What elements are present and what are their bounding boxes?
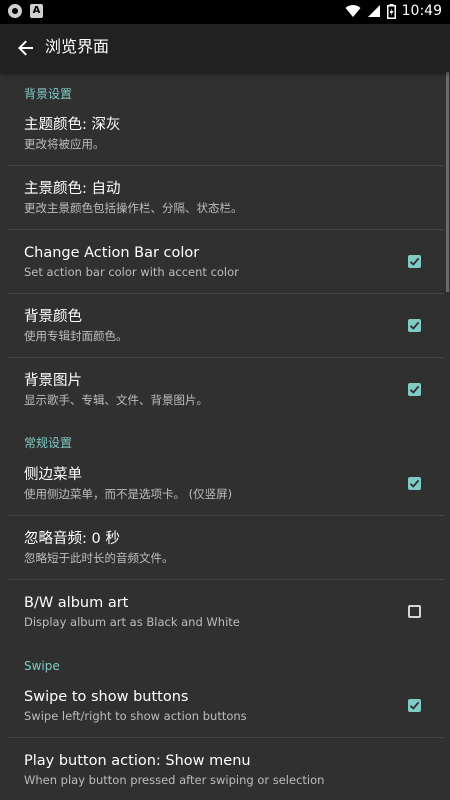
pref-summary: 显示歌手、专辑、文件、背景图片。	[24, 393, 208, 407]
wifi-icon	[345, 5, 361, 18]
checkbox-background-image[interactable]	[408, 383, 421, 396]
pref-play-button-action[interactable]: Play button action: Show menu When play …	[8, 744, 444, 800]
divider	[8, 515, 444, 516]
divider	[8, 165, 444, 166]
pref-summary: Set action bar color with accent color	[24, 265, 239, 279]
back-button[interactable]	[10, 32, 42, 64]
checkbox-bw-album-art[interactable]	[408, 605, 421, 618]
pref-title: 侧边菜单	[24, 467, 82, 483]
pref-summary: 使用侧边菜单，而不是选项卡。 (仅竖屏)	[24, 487, 233, 501]
divider	[8, 357, 444, 358]
app-bar: 浏览界面	[0, 24, 450, 72]
checkmark-icon	[409, 479, 420, 488]
preference-list[interactable]: 背景设置 主题颜色: 深灰 更改将被应用。 主景颜色: 自动 更改主景颜色包括操…	[0, 72, 450, 800]
section-header-swipe: Swipe	[24, 659, 60, 673]
arrow-back-icon	[18, 40, 33, 56]
checkbox-swipe-buttons[interactable]	[408, 699, 421, 712]
section-header-general: 常规设置	[24, 436, 73, 450]
checkbox-side-menu[interactable]	[408, 477, 421, 490]
pref-background-image[interactable]: 背景图片 显示歌手、专辑、文件、背景图片。	[8, 364, 444, 422]
a-notification-icon: A	[30, 4, 43, 18]
divider	[8, 293, 444, 294]
pref-title: 忽略音频: 0 秒	[24, 531, 120, 547]
app-notification-icon	[8, 4, 22, 18]
divider	[8, 737, 444, 738]
checkmark-icon	[409, 701, 420, 710]
pref-title: 主题颜色: 深灰	[24, 117, 121, 133]
pref-title: 主景颜色: 自动	[24, 181, 121, 197]
pref-background-color[interactable]: 背景颜色 使用专辑封面颜色。	[8, 300, 444, 358]
pref-side-menu[interactable]: 侧边菜单 使用侧边菜单，而不是选项卡。 (仅竖屏)	[8, 458, 444, 516]
divider	[8, 579, 444, 580]
pref-title: B/W album art	[24, 595, 129, 611]
pref-title: Play button action: Show menu	[24, 753, 251, 769]
pref-title: 背景图片	[24, 373, 82, 389]
status-time: 10:49	[401, 3, 442, 19]
pref-theme-color[interactable]: 主题颜色: 深灰 更改将被应用。	[8, 108, 444, 166]
pref-summary: 更改将被应用。	[24, 137, 105, 151]
pref-action-bar-color[interactable]: Change Action Bar color Set action bar c…	[8, 236, 444, 294]
scrollbar[interactable]	[446, 72, 449, 292]
pref-primary-color[interactable]: 主景颜色: 自动 更改主景颜色包括操作栏、分隔、状态栏。	[8, 172, 444, 230]
pref-title: Swipe to show buttons	[24, 689, 189, 705]
checkmark-icon	[409, 321, 420, 330]
section-header-background: 背景设置	[24, 87, 73, 101]
pref-ignore-audio[interactable]: 忽略音频: 0 秒 忽略短于此时长的音频文件。	[8, 522, 444, 580]
pref-summary: 使用专辑封面颜色。	[24, 329, 128, 343]
pref-swipe-buttons[interactable]: Swipe to show buttons Swipe left/right t…	[8, 680, 444, 738]
checkbox-background-color[interactable]	[408, 319, 421, 332]
pref-title: Change Action Bar color	[24, 245, 200, 261]
checkmark-icon	[409, 257, 420, 266]
page-title: 浏览界面	[45, 37, 110, 56]
pref-summary: 更改主景颜色包括操作栏、分隔、状态栏。	[24, 201, 243, 215]
pref-summary: When play button pressed after swiping o…	[24, 773, 325, 787]
checkbox-action-bar-color[interactable]	[408, 255, 421, 268]
battery-icon	[386, 3, 396, 19]
status-bar: A 10:49	[0, 0, 450, 24]
pref-summary: Swipe left/right to show action buttons	[24, 709, 247, 723]
checkmark-icon	[409, 385, 420, 394]
pref-summary: 忽略短于此时长的音频文件。	[24, 551, 174, 565]
pref-title: 背景颜色	[24, 309, 82, 325]
signal-icon	[367, 5, 380, 17]
pref-summary: Display album art as Black and White	[24, 615, 240, 629]
pref-bw-album-art[interactable]: B/W album art Display album art as Black…	[8, 586, 444, 644]
divider	[8, 229, 444, 230]
